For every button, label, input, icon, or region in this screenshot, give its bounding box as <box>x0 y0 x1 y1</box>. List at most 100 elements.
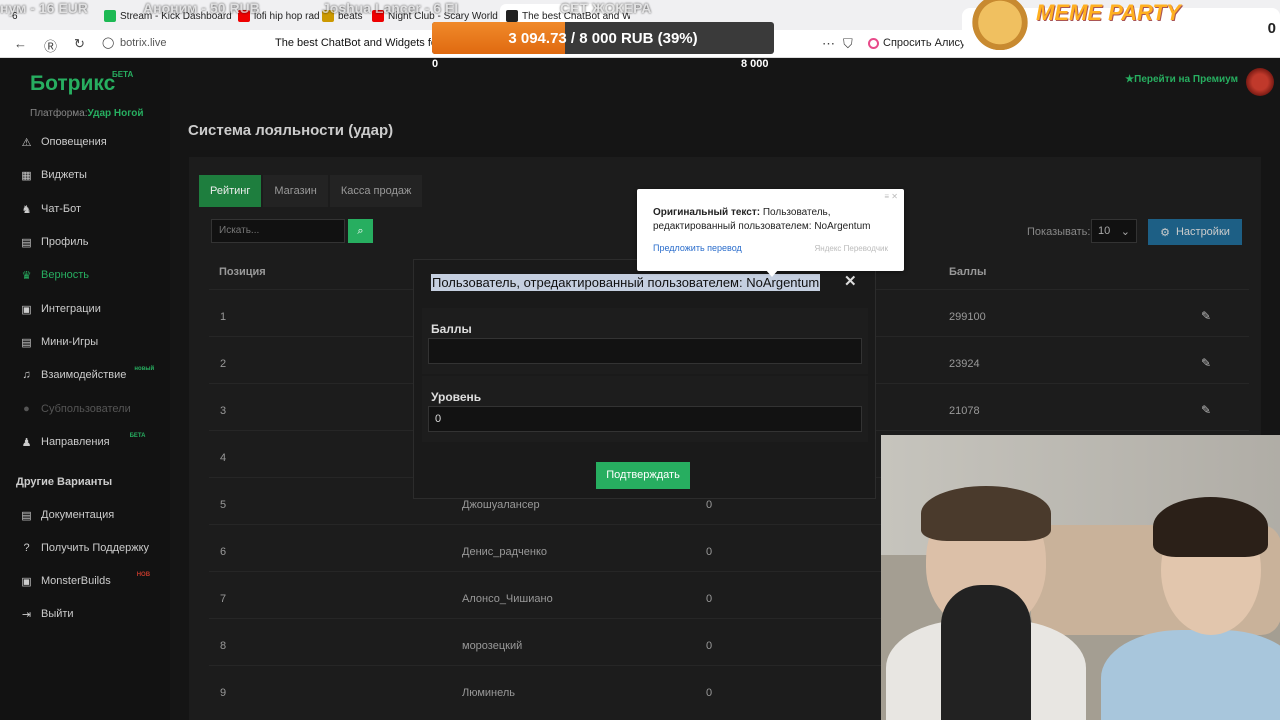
row-points: 23924 <box>949 358 980 370</box>
popup-controls-icon[interactable]: ≡ ✕ <box>884 192 898 201</box>
row-position: 1 <box>220 311 227 323</box>
page-size-select[interactable]: 10 ⌄ <box>1091 219 1137 243</box>
sidebar-item-minigames[interactable]: ▤ Мини-Игры <box>20 332 98 352</box>
sidebar-item-chatbot[interactable]: ♞ Чат-Бот <box>20 199 81 219</box>
row-position: 8 <box>220 640 227 652</box>
sidebar-item-integrations[interactable]: ▣ Интеграции <box>20 299 101 319</box>
music-icon: ♫ <box>22 369 31 381</box>
row-level: 0 <box>706 593 713 605</box>
suggest-translation-link[interactable]: Предложить перевод <box>653 243 742 253</box>
search-input[interactable]: Искать... <box>211 219 345 243</box>
donation-goal-bar: 3 094.73 / 8 000 RUB (39%) <box>432 22 774 54</box>
brand-logo[interactable]: Ботрикс <box>30 72 115 96</box>
sidebar-item-directions[interactable]: ♟ Направления БЕТА <box>20 432 146 452</box>
sidebar-item-profile[interactable]: ▤ Профиль <box>20 232 88 252</box>
star-icon: ★ <box>1125 74 1135 85</box>
tab-shop[interactable]: Магазин <box>263 175 328 207</box>
webcam-feed <box>881 435 1280 720</box>
premium-link[interactable]: ★Перейти на Премиум <box>1125 74 1238 85</box>
games-icon: ▤ <box>21 336 32 349</box>
bookmark-icon[interactable]: ⛉ <box>843 36 853 52</box>
alice-button[interactable]: Спросить Алису <box>868 37 966 49</box>
sidebar-item-support[interactable]: ? Получить Поддержку <box>20 538 149 558</box>
back-icon[interactable]: ← <box>14 36 27 51</box>
donation-min: 0 <box>432 58 439 70</box>
row-username: Джошуалансер <box>462 499 540 511</box>
donation-max: 8 000 <box>741 58 769 70</box>
sidebar-item-docs[interactable]: ▤ Документация <box>20 505 114 525</box>
reload-icon[interactable]: ↻ <box>74 36 85 52</box>
tab-rating[interactable]: Рейтинг <box>199 175 262 207</box>
edit-icon[interactable]: ✎ <box>1201 309 1211 323</box>
botrix-icon <box>506 10 518 22</box>
close-icon[interactable]: ✕ <box>844 272 857 290</box>
search-icon: ⌕ <box>357 225 364 237</box>
ticker-1: нум - 16 EUR <box>0 0 88 16</box>
modal-title: Пользователь, отредактированный пользова… <box>431 274 821 291</box>
doge-logo <box>972 0 1028 50</box>
sidebar: Ботрикс БЕТА Платформа:Удар Ногой ⚠ Опове… <box>0 58 170 720</box>
row-level: 0 <box>706 640 713 652</box>
sidebar-item-loyalty[interactable]: ♛ Верность <box>20 265 89 285</box>
sidebar-item-widgets[interactable]: ▦ Виджеты <box>20 165 87 185</box>
ticker-3: Joshua Lancer - 6 EI <box>322 0 459 16</box>
docs-icon: ▤ <box>21 509 32 522</box>
ticker-4: СЕТ ЖОКЕРА <box>560 0 652 16</box>
kick-icon <box>104 10 116 22</box>
ticker-2: Аноним - 50 RUB <box>143 0 260 16</box>
more-icon[interactable]: ⋯ <box>822 36 835 52</box>
column-header-points: Баллы <box>949 266 987 278</box>
sidebar-item-alerts[interactable]: ⚠ Оповещения <box>20 132 107 152</box>
monitor-icon: ▣ <box>21 575 32 588</box>
level-label: Уровень <box>431 390 482 404</box>
loyalty-tabs: Рейтинг Магазин Касса продаж <box>199 175 424 207</box>
meme-title: MEME PARTY <box>1036 0 1181 25</box>
help-icon: ? <box>23 542 30 554</box>
directions-icon: ♟ <box>21 436 32 449</box>
donation-label: 3 094.73 / 8 000 RUB (39%) <box>508 29 698 47</box>
row-level: 0 <box>706 546 713 558</box>
translate-popup: ≡ ✕ Оригинальный текст: Пользователь, ре… <box>637 189 904 277</box>
yandex-icon[interactable]: Ⓡ <box>44 36 57 55</box>
avatar[interactable] <box>1246 68 1274 96</box>
logout-icon: ⇥ <box>21 608 32 621</box>
original-text: Оригинальный текст: Пользователь, редакт… <box>653 207 871 232</box>
edit-icon[interactable]: ✎ <box>1201 356 1211 370</box>
row-points: 299100 <box>949 311 986 323</box>
trophy-icon: ♛ <box>21 269 32 282</box>
row-position: 7 <box>220 593 227 605</box>
row-username: Денис_радченко <box>462 546 548 558</box>
microphone <box>941 585 1031 720</box>
page-title: Система лояльности (удар) <box>188 122 394 139</box>
edit-icon[interactable]: ✎ <box>1201 403 1211 417</box>
row-level: 0 <box>706 687 713 699</box>
points-field-group: Баллы <box>422 308 868 374</box>
beta-badge: БЕТА <box>112 70 134 79</box>
row-position: 9 <box>220 687 227 699</box>
alice-icon <box>868 37 879 49</box>
sidebar-item-interaction[interactable]: ♫ Взаимодействие новый <box>20 365 154 385</box>
tab-sales[interactable]: Касса продаж <box>329 175 423 207</box>
page-title-in-bar: The best ChatBot and Widgets for K <box>275 37 435 49</box>
show-label: Показывать: <box>1027 226 1091 238</box>
level-field-group: Уровень 0 <box>422 376 868 442</box>
confirm-button[interactable]: Подтверждать <box>596 462 690 489</box>
profile-icon: ▤ <box>21 236 32 249</box>
lock-icon: ◯ <box>102 37 115 49</box>
level-input[interactable]: 0 <box>428 406 862 432</box>
sidebar-item-subusers[interactable]: ● Субпользователи <box>20 399 131 419</box>
other-section-title: Другие Варианты <box>16 476 113 488</box>
meme-count: 0 <box>1267 20 1276 37</box>
new-badge: новый <box>134 366 155 372</box>
settings-button[interactable]: ⚙ Настройки <box>1148 219 1242 245</box>
search-button[interactable]: ⌕ <box>348 219 373 243</box>
sidebar-item-logout[interactable]: ⇥ Выйти <box>20 604 74 624</box>
sidebar-item-monsterbuilds[interactable]: ▣ MonsterBuilds НОВ <box>20 571 150 591</box>
column-header-position: Позиция <box>219 266 266 278</box>
row-position: 6 <box>220 546 227 558</box>
widgets-icon: ▦ <box>21 169 32 182</box>
url-field[interactable]: botrix.live <box>120 37 166 49</box>
edit-user-modal: Пользователь, отредактированный пользова… <box>413 259 876 499</box>
new-badge: НОВ <box>136 572 151 578</box>
points-input[interactable] <box>428 338 862 364</box>
